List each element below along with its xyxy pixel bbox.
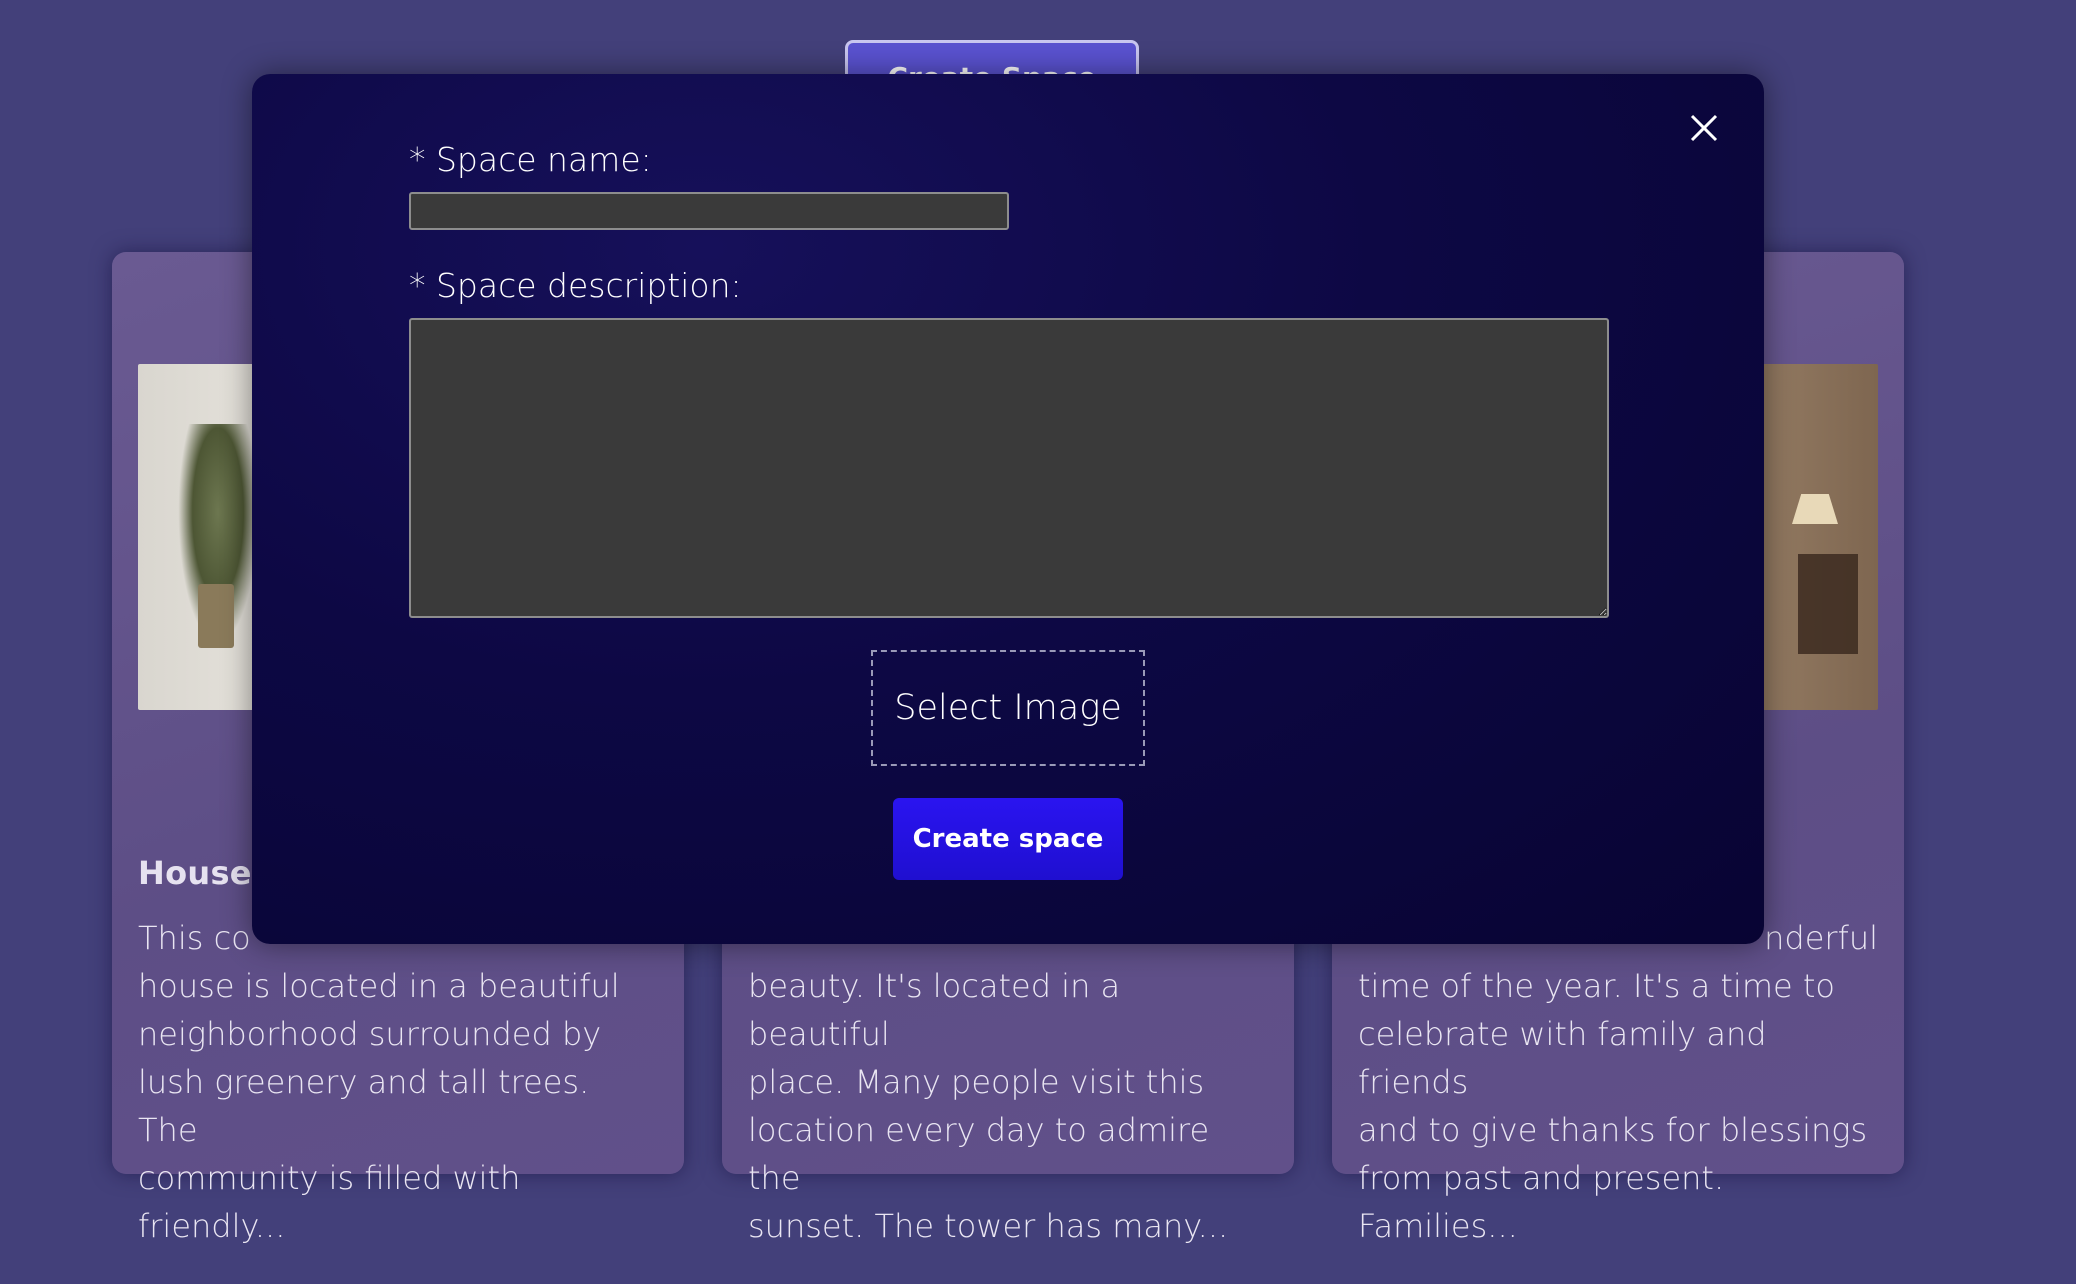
desc-line: celebrate with family and friends [1358, 1015, 1767, 1101]
space-description-label: * Space description: [409, 266, 742, 305]
chair-decoration [1798, 554, 1858, 654]
desc-line: house is located in a beautiful [138, 967, 620, 1005]
space-description-textarea[interactable] [409, 318, 1609, 618]
space-card-description: This co house is located in a beautiful … [138, 914, 658, 1250]
lamp-decoration [1792, 494, 1838, 524]
create-space-modal: * Space name: * Space description: Selec… [252, 74, 1764, 944]
space-name-label: * Space name: [409, 140, 652, 179]
create-space-button[interactable]: Create space [893, 798, 1123, 880]
desc-line: beauty. It's located in a beautiful [748, 967, 1121, 1053]
desc-line: time of the year. It's a time to [1358, 967, 1835, 1005]
space-card-description: nderful time of the year. It's a time to… [1358, 914, 1878, 1250]
space-name-input[interactable] [409, 192, 1009, 230]
desc-line: place. Many people visit this [748, 1063, 1205, 1101]
close-icon[interactable] [1684, 108, 1724, 148]
desc-line: sunset. The tower has many... [748, 1207, 1229, 1245]
desc-line: and to give thanks for blessings [1358, 1111, 1868, 1149]
close-icon-svg [1690, 114, 1718, 142]
pot-decoration [198, 584, 234, 648]
desc-line: lush greenery and tall trees. The [138, 1063, 590, 1149]
desc-line: community is filled with friendly... [138, 1159, 521, 1245]
select-image-label: Select Image [894, 688, 1122, 728]
desc-line: from past and present. Families... [1358, 1159, 1725, 1245]
desc-line: neighborhood surrounded by [138, 1015, 602, 1053]
space-card-description: beauty. It's located in a beautiful plac… [748, 914, 1268, 1250]
desc-line: location every day to admire the [748, 1111, 1210, 1197]
create-space-label: Create space [912, 824, 1104, 854]
select-image-button[interactable]: Select Image [871, 650, 1145, 766]
page: Create Space House I This co house is lo… [0, 0, 2076, 1284]
